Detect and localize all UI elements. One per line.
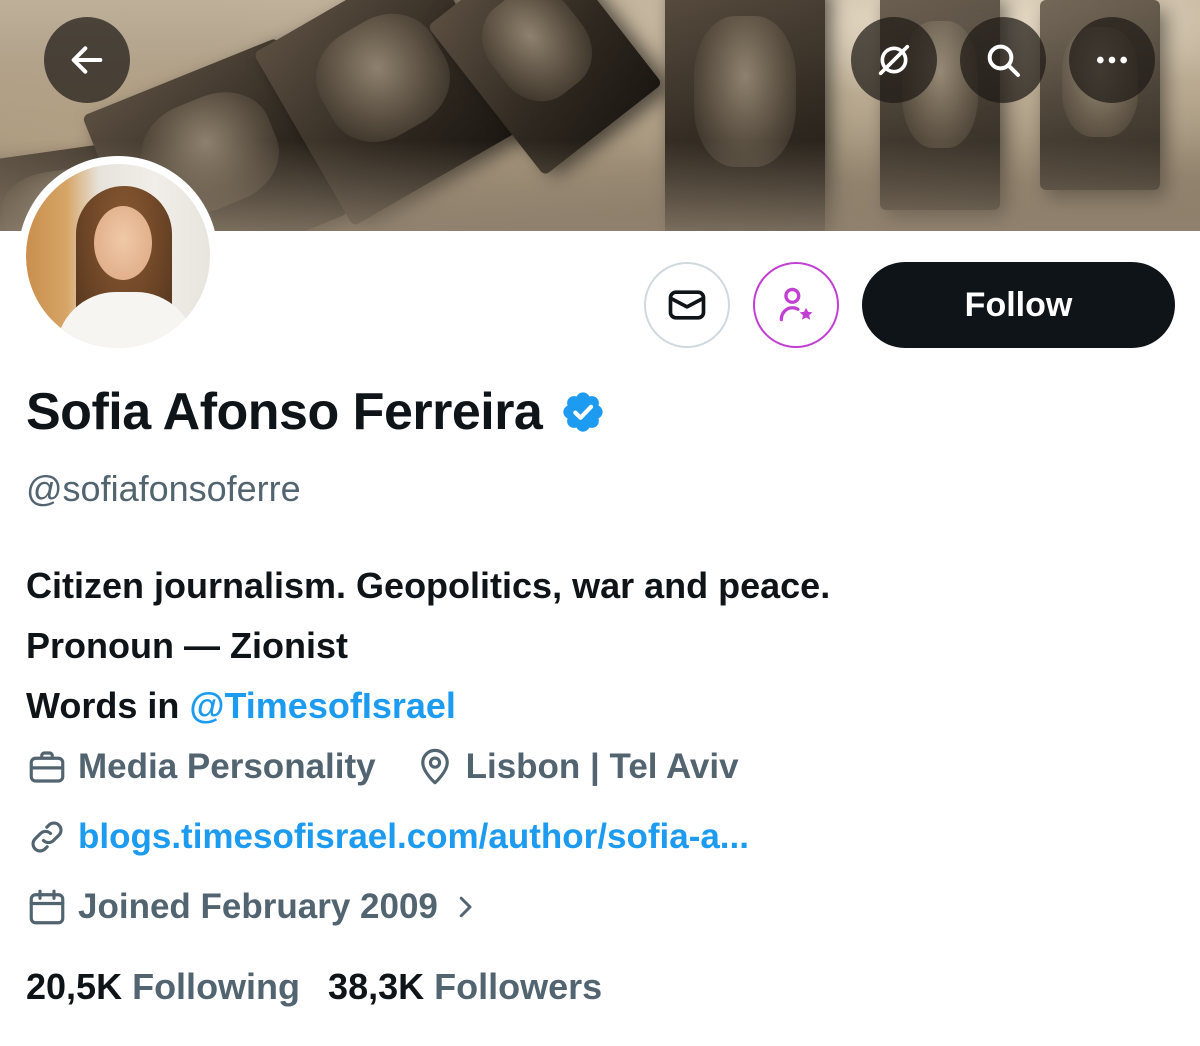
more-button[interactable]	[1069, 17, 1155, 103]
bio-mention-link[interactable]: @TimesofIsrael	[189, 685, 456, 726]
envelope-icon	[668, 290, 706, 320]
profile-website-link[interactable]: blogs.timesofisrael.com/author/sofia-a..…	[78, 817, 749, 857]
profile-meta-row: blogs.timesofisrael.com/author/sofia-a..…	[26, 816, 749, 858]
bio-line: Pronoun — Zionist	[26, 625, 348, 666]
verified-badge-icon[interactable]	[560, 389, 606, 435]
profile-meta-row[interactable]: Joined February 2009	[26, 886, 490, 928]
profile-category: Media Personality	[78, 747, 376, 786]
subscribe-button[interactable]	[753, 262, 839, 348]
following-label: Following	[132, 966, 301, 1007]
profile-bio: Citizen journalism. Geopolitics, war and…	[26, 556, 830, 736]
message-button[interactable]	[644, 262, 730, 348]
profile-joined-date: Joined February 2009	[78, 887, 438, 926]
followers-label: Followers	[434, 966, 603, 1007]
chevron-right-icon	[459, 896, 472, 918]
bio-text: Words in	[26, 685, 190, 726]
followers-count: 38,3K	[328, 966, 425, 1007]
following-count: 20,5K	[26, 966, 123, 1007]
avatar-photo	[26, 164, 210, 348]
search-button[interactable]	[960, 17, 1046, 103]
bio-line: Words in @TimesofIsrael	[26, 676, 830, 736]
profile-location: Lisbon | Tel Aviv	[465, 747, 739, 786]
follow-button[interactable]: Follow	[862, 262, 1175, 348]
calendar-icon	[29, 889, 65, 925]
grok-icon	[878, 44, 910, 76]
location-pin-icon	[420, 748, 449, 785]
following-stat-link[interactable]: 20,5K Following	[26, 966, 300, 1008]
bio-line: Citizen journalism. Geopolitics, war and…	[26, 565, 831, 606]
link-icon	[31, 821, 63, 853]
back-button[interactable]	[44, 17, 130, 103]
display-name: Sofia Afonso Ferreira	[26, 383, 543, 441]
grok-button[interactable]	[851, 17, 937, 103]
profile-stats: 20,5K Following 38,3K Followers	[26, 966, 602, 1008]
arrow-left-icon	[71, 46, 103, 74]
more-icon	[1097, 56, 1127, 64]
briefcase-icon	[29, 751, 65, 783]
avatar[interactable]	[18, 156, 218, 356]
person-star-icon	[779, 287, 813, 322]
search-icon	[987, 44, 1020, 77]
followers-stat-link[interactable]: 38,3K Followers	[328, 966, 602, 1008]
user-handle: @sofiafonsoferre	[26, 468, 301, 509]
profile-name-row: Sofia Afonso Ferreira	[26, 386, 606, 438]
profile-meta-row: Media Personality Lisbon | Tel Aviv	[26, 746, 739, 788]
